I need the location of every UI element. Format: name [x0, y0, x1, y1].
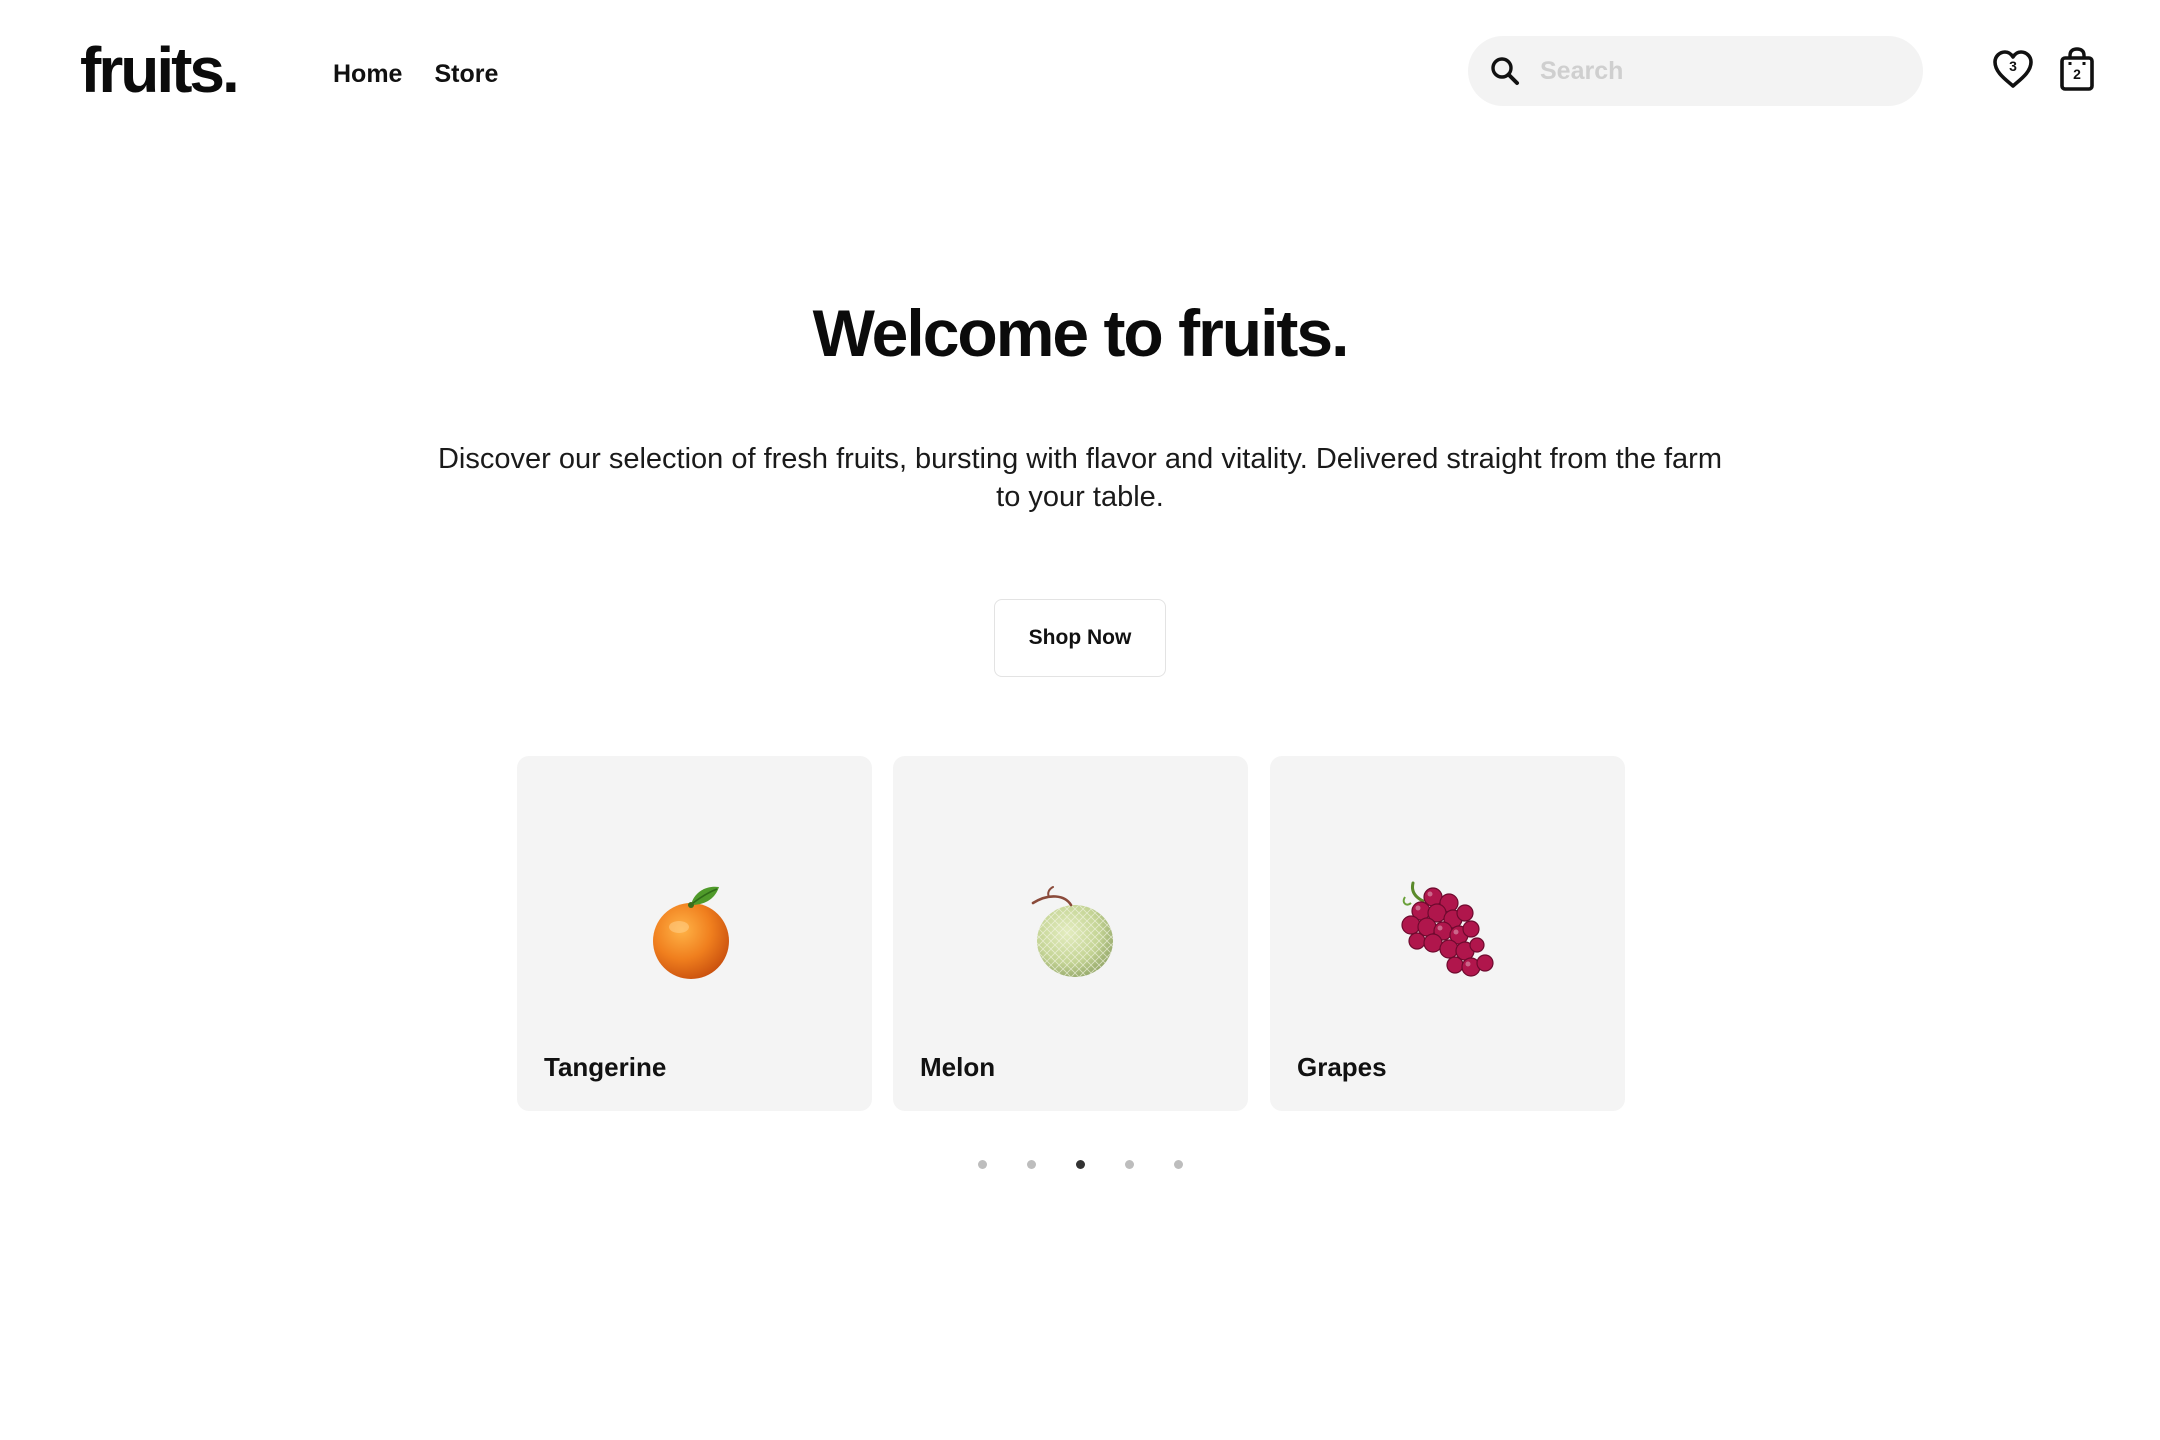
search-icon — [1470, 36, 1540, 106]
tangerine-icon — [517, 876, 872, 986]
shop-now-button[interactable]: Shop Now — [994, 599, 1166, 677]
melon-icon — [893, 876, 1248, 986]
search-input[interactable] — [1540, 41, 1900, 101]
main-nav: Home Store — [333, 54, 498, 94]
product-card-tangerine[interactable]: Tangerine — [517, 756, 872, 1111]
carousel-dot-1[interactable] — [978, 1160, 987, 1169]
carousel-dot-2[interactable] — [1027, 1160, 1036, 1169]
hero-title: Welcome to fruits. — [812, 296, 1350, 370]
product-name: Melon — [920, 1052, 996, 1082]
grapes-icon — [1270, 876, 1625, 986]
carousel-pagination — [978, 1160, 1183, 1169]
cart-count: 2 — [2073, 66, 2081, 82]
cart-button[interactable]: 2 — [2052, 44, 2102, 94]
carousel-dot-3[interactable] — [1076, 1160, 1085, 1169]
carousel-dot-4[interactable] — [1125, 1160, 1134, 1169]
hero-subtitle: Discover our selection of fresh fruits, … — [437, 443, 1722, 513]
wishlist-button[interactable]: 3 — [1988, 44, 2038, 94]
product-name: Grapes — [1297, 1052, 1387, 1082]
nav-link-home[interactable]: Home — [333, 54, 402, 94]
search-bar[interactable] — [1468, 36, 1923, 106]
site-logo[interactable]: fruits. — [80, 30, 240, 110]
product-name: Tangerine — [544, 1052, 667, 1082]
product-card-grapes[interactable]: Grapes — [1270, 756, 1625, 1111]
carousel-dot-5[interactable] — [1174, 1160, 1183, 1169]
wishlist-count: 3 — [2009, 58, 2017, 74]
site-header: fruits. Home Store 3 2 — [0, 0, 2160, 140]
product-card-melon[interactable]: Melon — [893, 756, 1248, 1111]
nav-link-store[interactable]: Store — [434, 54, 498, 94]
